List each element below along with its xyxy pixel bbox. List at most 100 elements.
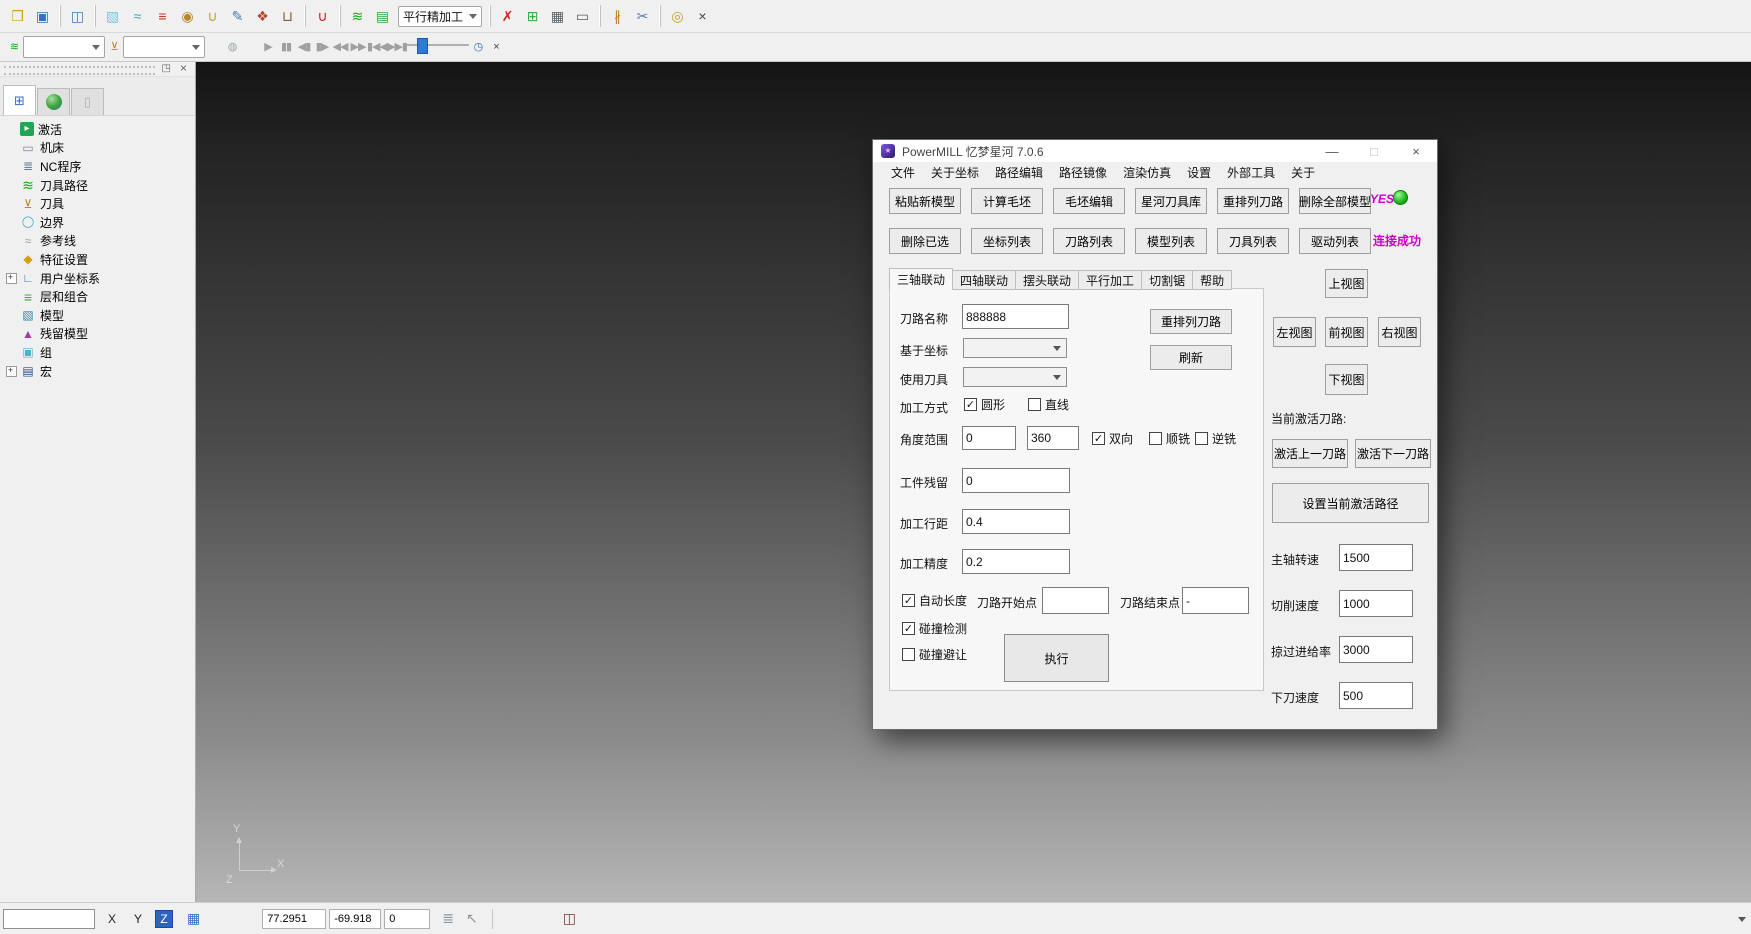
circle-checkbox[interactable]: ✓ 圆形 [964, 396, 1005, 413]
tree-item[interactable]: 刀具路径 [0, 176, 195, 195]
bidirectional-checkbox[interactable]: ✓ 双向 [1092, 430, 1133, 447]
maximize-button[interactable]: □ [1353, 140, 1395, 162]
view-left-button[interactable]: 左视图 [1273, 317, 1316, 347]
play-icon[interactable]: ▶ [259, 36, 277, 58]
menu-about-coords[interactable]: 关于坐标 [923, 164, 987, 181]
toolpath-start-input[interactable] [1042, 587, 1109, 614]
tab-help[interactable]: 帮助 [1193, 270, 1232, 290]
coord-x-field[interactable] [262, 909, 326, 929]
set-active-path-button[interactable]: 设置当前激活路径 [1272, 483, 1429, 523]
view-bottom-button[interactable]: 下视图 [1325, 364, 1368, 395]
find-models-icon[interactable]: ◎ [666, 4, 689, 28]
tool-icon[interactable]: ⊻ [105, 36, 123, 58]
reorder-toolpaths-button[interactable]: 重排列刀路 [1217, 188, 1289, 214]
menu-settings[interactable]: 设置 [1179, 164, 1219, 181]
tool-holder-icon[interactable]: ⊔ [276, 4, 299, 28]
powermill-logo-icon[interactable]: ≋ [346, 4, 369, 28]
rewind-icon[interactable]: ◀◀ [331, 36, 349, 58]
copy-tool-icon[interactable]: ⊞ [521, 4, 544, 28]
coord-y-field[interactable] [329, 909, 381, 929]
paste-new-model-button[interactable]: 粘贴新模型 [889, 188, 961, 214]
grid-icon[interactable]: ▦ [187, 910, 200, 927]
measure-icon[interactable]: ▭ [571, 4, 594, 28]
tool-list-button[interactable]: 刀具列表 [1217, 228, 1289, 254]
print-icon[interactable]: ◫ [66, 4, 89, 28]
panel-toggle-icon[interactable]: ◫ [563, 910, 576, 927]
open-project-icon[interactable]: ❒ [6, 4, 29, 28]
ncprogram-combobox[interactable] [23, 36, 105, 58]
strategy-list-icon[interactable]: ▤ [371, 4, 394, 28]
simulation-speed-slider[interactable] [407, 36, 469, 58]
tree-item[interactable]: 刀具 [0, 194, 195, 213]
tree-item[interactable]: 层和组合 [0, 287, 195, 306]
tree-item[interactable]: 残留模型 [0, 325, 195, 344]
tab-three-axis[interactable]: 三轴联动 [889, 268, 953, 290]
delete-all-models-button[interactable]: 删除全部模型 [1299, 188, 1371, 214]
plunge-feed[interactable] [1339, 682, 1413, 709]
simulation-entry-icon[interactable]: ∪ [311, 4, 334, 28]
calculator-icon[interactable]: ▦ [546, 4, 569, 28]
tree-item[interactable]: 组 [0, 343, 195, 362]
collision-avoid-checkbox[interactable]: 碰撞避让 [902, 646, 967, 663]
refresh-button[interactable]: 刷新 [1150, 345, 1232, 370]
pause-icon[interactable]: ▮▮ [277, 36, 295, 58]
menu-render-sim[interactable]: 渲染仿真 [1115, 164, 1179, 181]
minimize-button[interactable]: — [1311, 140, 1353, 162]
tab-four-axis[interactable]: 四轴联动 [953, 270, 1016, 290]
axis-x-button[interactable]: X [103, 910, 121, 928]
collision-check-checkbox[interactable]: ✓ 碰撞检测 [902, 620, 967, 637]
fast-forward-icon[interactable]: ▶▶ [349, 36, 367, 58]
float-panel-icon[interactable]: ◳ [162, 62, 171, 75]
conventional-mill-checkbox[interactable]: 逆铣 [1195, 430, 1236, 447]
save-project-icon[interactable]: ▣ [31, 4, 54, 28]
angle-from-input[interactable] [962, 426, 1016, 450]
activate-next-toolpath-button[interactable]: 激活下一刀路 [1355, 439, 1431, 468]
explorer-header[interactable]: ◳ × [0, 62, 195, 77]
view-top-button[interactable]: 上视图 [1325, 269, 1368, 298]
toolpath-list-button[interactable]: 刀路列表 [1053, 228, 1125, 254]
view-front-button[interactable]: 前视图 [1325, 317, 1368, 347]
coord-combobox[interactable] [963, 338, 1067, 358]
list-options-icon[interactable]: ≣ [442, 910, 454, 927]
go-end-icon[interactable]: ▶▶▮ [387, 36, 407, 58]
axis-y-button[interactable]: Y [129, 910, 147, 928]
spindle-speed[interactable] [1339, 544, 1413, 571]
edit-toolpath-icon[interactable]: ✎ [226, 4, 249, 28]
explorer-tab-world[interactable] [37, 88, 70, 115]
close-button[interactable]: × [1395, 140, 1437, 162]
step-back-icon[interactable]: ◀▮ [295, 36, 313, 58]
status-combobox[interactable] [3, 909, 95, 929]
swap-tools-icon[interactable]: ✂ [631, 4, 654, 28]
strategy-combobox[interactable]: 平行精加工 [398, 6, 482, 27]
tab-swivel-head[interactable]: 摆头联动 [1016, 270, 1079, 290]
tool-combobox[interactable] [123, 36, 205, 58]
auto-length-checkbox[interactable]: ✓ 自动长度 [902, 592, 967, 609]
step-forward-icon[interactable]: ▮▶ [313, 36, 331, 58]
coord-z-field[interactable] [384, 909, 430, 929]
pattern-curve-icon[interactable]: ≈ [126, 4, 149, 28]
tree-item[interactable]: 宏 [0, 362, 195, 381]
points-icon[interactable]: ❖ [251, 4, 274, 28]
ball-tool-icon[interactable]: ◉ [176, 4, 199, 28]
tab-parallel-machining[interactable]: 平行加工 [1079, 270, 1142, 290]
axis-z-button[interactable]: Z [155, 910, 173, 928]
menu-path-mirror[interactable]: 路径镜像 [1051, 164, 1115, 181]
menu-about[interactable]: 关于 [1283, 164, 1323, 181]
menu-file[interactable]: 文件 [883, 164, 923, 181]
tab-cutting-saw[interactable]: 切割锯 [1142, 270, 1193, 290]
execute-button[interactable]: 执行 [1004, 634, 1109, 682]
light-icon[interactable]: ◍ [223, 36, 241, 58]
tree-item[interactable]: 特征设置 [0, 250, 195, 269]
tree-item[interactable]: 激活 [0, 120, 195, 139]
tree-item[interactable]: 模型 [0, 306, 195, 325]
cutting-feed[interactable] [1339, 590, 1413, 617]
tree-item[interactable]: 机床 [0, 139, 195, 158]
tree-item[interactable]: 用户坐标系 [0, 269, 195, 288]
stock-allowance-input[interactable] [962, 468, 1070, 493]
activate-prev-toolpath-button[interactable]: 激活上一刀路 [1272, 439, 1348, 468]
toolpath-end-input[interactable] [1182, 587, 1249, 614]
line-checkbox[interactable]: 直线 [1028, 396, 1069, 413]
toolbar-list-icon[interactable]: ≡ [151, 4, 174, 28]
tool-combobox[interactable] [963, 367, 1067, 387]
view-right-button[interactable]: 右视图 [1378, 317, 1421, 347]
